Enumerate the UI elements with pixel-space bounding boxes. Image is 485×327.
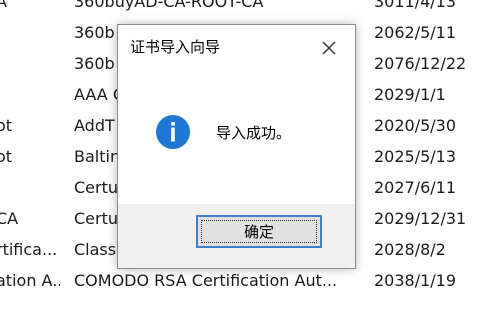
ok-button-label: 确定: [243, 223, 274, 241]
list-cell-expiration: 2028/8/2: [374, 240, 446, 259]
list-row[interactable]: [0, 296, 485, 327]
list-cell-issued-by: 360buyAD-CA-ROOT-CA: [74, 0, 264, 11]
close-button[interactable]: [318, 37, 340, 59]
ok-button[interactable]: 确定: [196, 215, 322, 248]
list-cell-name: A: [0, 0, 7, 11]
dialog-message: 导入成功。: [216, 124, 292, 142]
list-cell-expiration: 2076/12/22: [374, 54, 467, 73]
list-cell-expiration: 2029/12/31: [374, 209, 467, 228]
list-cell-name: ot: [0, 147, 13, 166]
certificate-import-wizard-dialog: 证书导入向导 导入成功。 确定: [117, 24, 356, 269]
list-row[interactable]: A 360buyAD-CA-ROOT-CA 3011/4/13: [0, 0, 485, 17]
list-cell-expiration: 3011/4/13: [374, 0, 457, 11]
list-cell-name: CA: [0, 209, 19, 228]
list-cell-expiration: 2062/5/11: [374, 23, 457, 42]
list-cell-name: ot: [0, 116, 13, 135]
list-cell-expiration: 2025/5/13: [374, 147, 457, 166]
info-icon: [156, 115, 190, 149]
list-cell-expiration: 2027/6/11: [374, 178, 457, 197]
list-cell-expiration: 2020/5/30: [374, 116, 457, 135]
list-cell-name: rtifica...: [0, 240, 58, 259]
list-cell-issued-by: COMODO RSA Certification Aut...: [74, 271, 338, 290]
list-cell-expiration: 2038/1/19: [374, 271, 457, 290]
close-icon: [322, 41, 336, 55]
list-cell-name: ation A...: [0, 271, 60, 290]
list-cell-expiration: 2029/1/1: [374, 85, 446, 104]
dialog-title: 证书导入向导: [130, 38, 221, 56]
list-row[interactable]: ation A... COMODO RSA Certification Aut..…: [0, 265, 485, 296]
